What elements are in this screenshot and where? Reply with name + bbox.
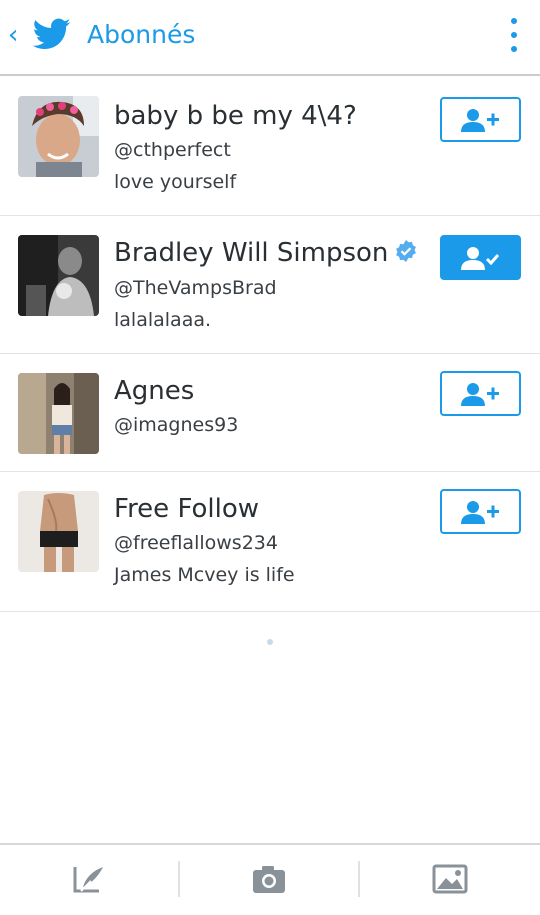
toolbar-divider	[178, 861, 180, 897]
follower-bio: James Mcvey is life	[114, 564, 295, 586]
back-button[interactable]: ‹	[8, 20, 18, 50]
bottom-toolbar	[0, 843, 540, 915]
follower-name-text: Bradley Will Simpson	[114, 238, 389, 268]
follower-name[interactable]: Free Follow	[114, 493, 259, 525]
follower-handle: @imagnes93	[114, 414, 239, 436]
list-item[interactable]: Bradley Will Simpson @TheVampsBrad lalal…	[0, 216, 540, 354]
top-bar: ‹ Abonnés	[0, 0, 540, 76]
list-item[interactable]: Free Follow @freeflallows234 James Mcvey…	[0, 472, 540, 612]
compose-tweet-icon[interactable]	[71, 861, 107, 897]
camera-icon[interactable]	[251, 861, 287, 897]
avatar[interactable]	[18, 373, 99, 454]
gallery-icon[interactable]	[432, 861, 468, 897]
avatar[interactable]	[18, 491, 99, 572]
list-item[interactable]: baby b be my 4\4? @cthperfect love yours…	[0, 78, 540, 216]
followers-list: baby b be my 4\4? @cthperfect love yours…	[0, 78, 540, 612]
add-user-icon	[461, 109, 499, 132]
follower-name[interactable]: Agnes	[114, 375, 194, 407]
verified-badge-icon	[396, 240, 417, 262]
follower-handle: @TheVampsBrad	[114, 277, 277, 299]
page-title: Abonnés	[87, 20, 196, 49]
list-item[interactable]: Agnes @imagnes93	[0, 354, 540, 472]
follower-name[interactable]: baby b be my 4\4?	[114, 100, 357, 132]
follower-handle: @cthperfect	[114, 139, 231, 161]
add-user-icon	[461, 383, 499, 406]
twitter-bird-icon	[33, 18, 71, 50]
follower-name[interactable]: Bradley Will Simpson	[114, 237, 418, 269]
avatar[interactable]	[18, 235, 99, 316]
follow-button[interactable]	[440, 371, 521, 416]
loading-indicator	[267, 639, 273, 645]
user-check-icon	[461, 247, 500, 270]
add-user-icon	[461, 501, 499, 524]
follower-bio: lalalalaaa.	[114, 309, 212, 331]
follower-bio: love yourself	[114, 171, 237, 193]
following-button[interactable]	[440, 235, 521, 280]
follow-button[interactable]	[440, 489, 521, 534]
overflow-menu-icon[interactable]	[502, 16, 526, 56]
follow-button[interactable]	[440, 97, 521, 142]
avatar[interactable]	[18, 96, 99, 177]
follower-handle: @freeflallows234	[114, 532, 278, 554]
toolbar-divider	[358, 861, 360, 897]
